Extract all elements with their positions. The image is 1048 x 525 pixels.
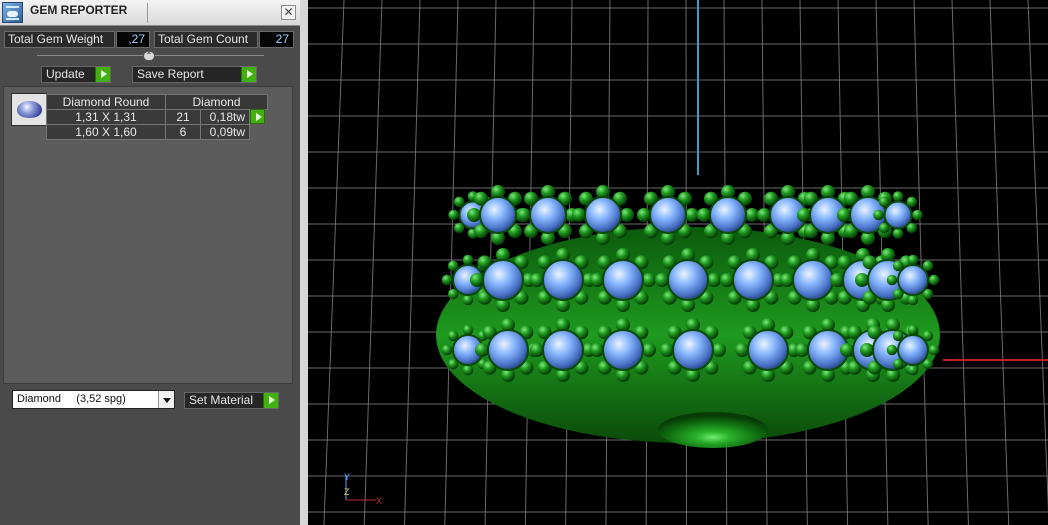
- chevron-down-icon[interactable]: [158, 391, 174, 408]
- total-gem-weight-label: Total Gem Weight: [4, 31, 115, 48]
- play-arrow-icon: [263, 393, 278, 408]
- ring-highlight: [658, 412, 768, 448]
- axis-gizmo: Y Z X: [344, 472, 382, 506]
- gem-stone: [487, 329, 529, 371]
- gem-stone: [792, 259, 834, 301]
- 3d-viewport[interactable]: Y Z X: [308, 0, 1048, 525]
- gem-stone: [883, 200, 913, 230]
- table-header-shape: Diamond Round: [46, 94, 166, 110]
- gizmo-y-label: Y: [344, 472, 350, 482]
- gem-cluster: [441, 185, 940, 382]
- update-button-label: Update: [46, 67, 85, 81]
- total-gem-weight-value: ,27: [116, 31, 150, 48]
- total-gem-count-value: 27: [259, 31, 294, 48]
- gem-reporter-icon: [2, 2, 23, 23]
- gem-stone: [649, 196, 687, 234]
- close-button[interactable]: ✕: [281, 5, 296, 20]
- gem-stone: [529, 196, 567, 234]
- gem-stone: [672, 329, 714, 371]
- table-row-weight: 0,18tw: [200, 109, 250, 125]
- viewport-canvas: Y Z X: [308, 0, 1048, 525]
- gem-stone: [602, 259, 644, 301]
- table-row-size: 1,31 X 1,31: [46, 109, 166, 125]
- play-arrow-icon: [241, 67, 256, 82]
- gizmo-z-label: Z: [344, 487, 350, 497]
- table-row-weight: 0,09tw: [200, 124, 250, 140]
- gem-stone: [482, 259, 524, 301]
- gem-stone: [479, 196, 517, 234]
- gem-stone: [667, 259, 709, 301]
- row-select-arrow-icon[interactable]: [250, 109, 265, 124]
- table-header-material: Diamond: [165, 94, 268, 110]
- gem-stone: [732, 259, 774, 301]
- panel-splitter[interactable]: [300, 0, 308, 525]
- table-row-count: 21: [165, 109, 201, 125]
- round-diamond-icon: [17, 101, 42, 118]
- table-row-count: 6: [165, 124, 201, 140]
- gem-stone: [747, 329, 789, 371]
- title-separator: [147, 3, 148, 23]
- gem-stone: [602, 329, 644, 371]
- title-bar[interactable]: GEM REPORTER ✕: [0, 0, 300, 26]
- gem-stone: [709, 196, 747, 234]
- gizmo-x-label: X: [376, 496, 382, 506]
- set-material-button-label: Set Material: [189, 393, 254, 407]
- gem-stone: [542, 259, 584, 301]
- gem-stone: [897, 334, 929, 366]
- save-report-button-label: Save Report: [137, 67, 204, 81]
- play-arrow-icon: [95, 67, 110, 82]
- set-material-button[interactable]: Set Material: [184, 392, 279, 409]
- total-gem-count-label: Total Gem Count: [154, 31, 258, 48]
- material-select[interactable]: Diamond (3,52 spg): [12, 390, 175, 409]
- gem-stone: [542, 329, 584, 371]
- window-title: GEM REPORTER: [30, 3, 128, 17]
- report-area: Diamond Round Diamond 1,31 X 1,31 21 0,1…: [3, 86, 293, 384]
- gem-reporter-panel: GEM REPORTER ✕ Total Gem Weight ,27 Tota…: [0, 0, 300, 525]
- update-button[interactable]: Update: [41, 66, 111, 83]
- save-report-button[interactable]: Save Report: [132, 66, 257, 83]
- gem-thumbnail: [11, 93, 47, 126]
- gem-stone: [584, 196, 622, 234]
- gem-stone: [897, 264, 929, 296]
- collapse-chevron-icon[interactable]: ⌃: [143, 51, 155, 61]
- material-select-value: Diamond (3,52 spg): [17, 393, 126, 405]
- table-row-size: 1,60 X 1,60: [46, 124, 166, 140]
